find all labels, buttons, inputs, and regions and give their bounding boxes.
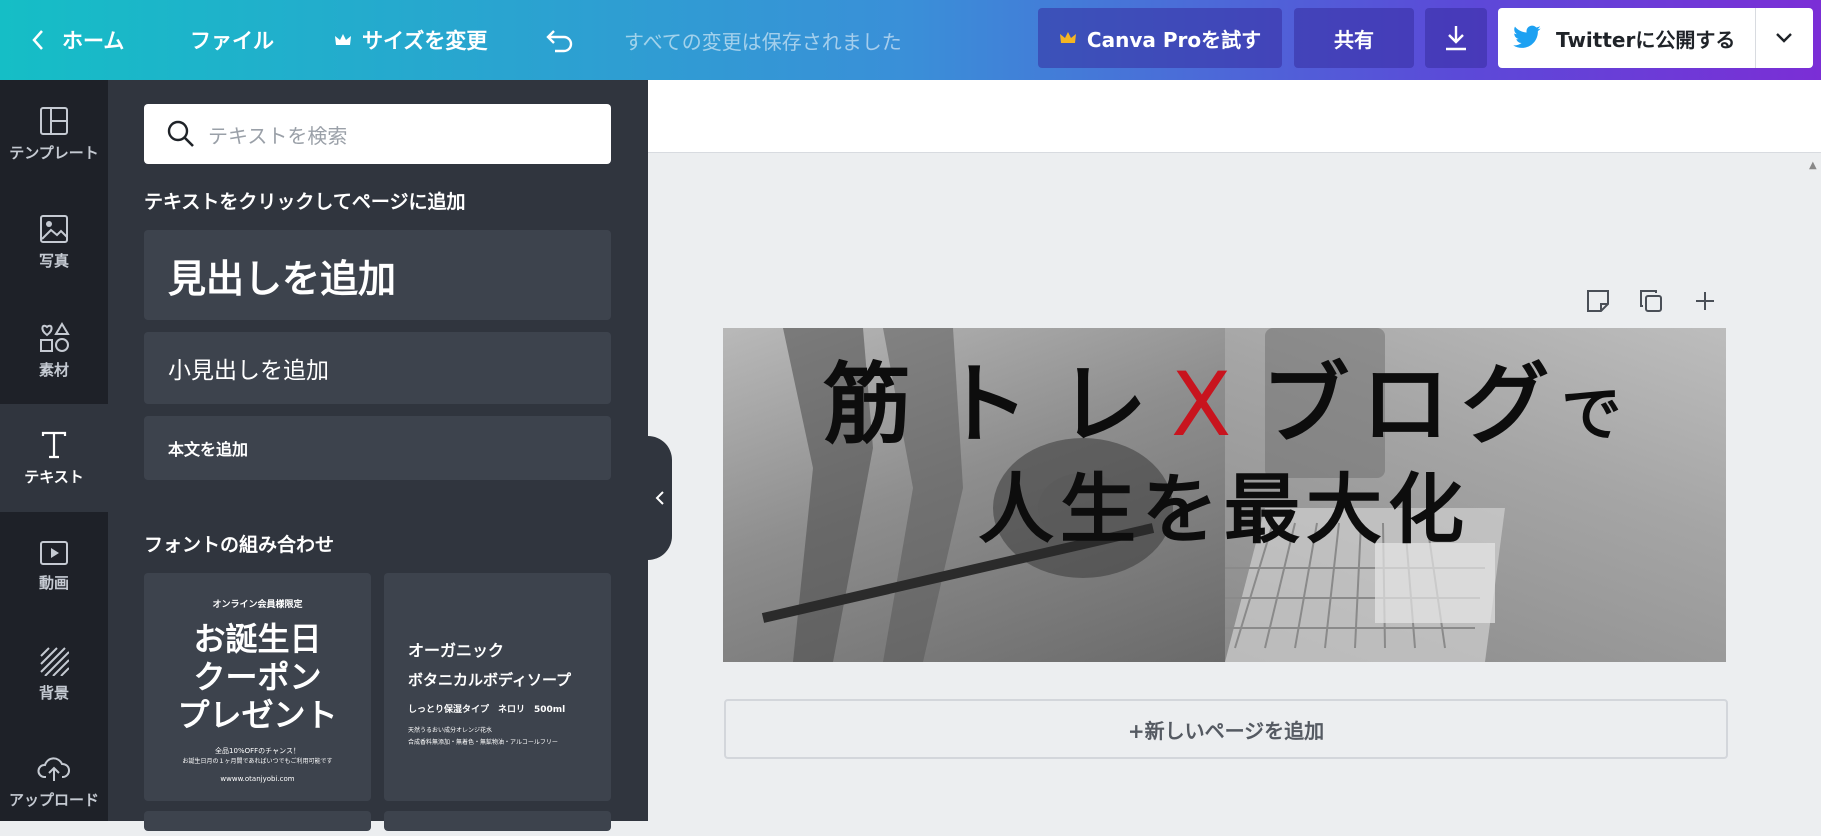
sidebar-item-label: アップロード bbox=[8, 790, 99, 809]
crown-icon bbox=[1059, 32, 1076, 43]
design-page[interactable]: 筋トレX ブログで 人生を最大化 bbox=[723, 328, 1726, 662]
pro-label: Canva Proを試す bbox=[1086, 27, 1262, 52]
combo-small-text: オンライン会員様限定 bbox=[212, 600, 303, 610]
sidebar-item-label: 素材 bbox=[38, 360, 69, 379]
duplicate-page-icon[interactable] bbox=[1636, 286, 1666, 316]
home-label: ホーム bbox=[62, 29, 125, 53]
sidebar-item-background[interactable]: 背景 bbox=[0, 620, 108, 728]
chevron-left-icon bbox=[32, 30, 43, 50]
sidebar-item-text[interactable]: テキスト bbox=[0, 404, 108, 512]
twitter-publish-button[interactable]: Twitterに公開する bbox=[1498, 8, 1813, 68]
combo-small-text: 全品10%OFFのチャンス！ bbox=[215, 747, 300, 755]
sidebar-item-label: 背景 bbox=[38, 683, 69, 702]
elements-icon bbox=[40, 321, 70, 352]
title-part: 筋トレ bbox=[823, 352, 1178, 456]
search-icon bbox=[167, 120, 194, 147]
chevron-left-icon bbox=[655, 491, 664, 505]
add-subheading-button[interactable]: 小見出しを追加 bbox=[144, 332, 611, 404]
note-icon[interactable] bbox=[1583, 286, 1613, 316]
canvas-header bbox=[648, 80, 1821, 153]
font-combo-title: フォントの組み合わせ bbox=[144, 534, 335, 556]
sidebar-item-label: テキスト bbox=[24, 467, 84, 486]
add-new-page-button[interactable]: +新しいページを追加 bbox=[724, 699, 1728, 759]
resize-button[interactable]: サイズを変更 bbox=[334, 0, 487, 80]
heading-label: 見出しを追加 bbox=[168, 256, 397, 301]
title-part: で bbox=[1561, 380, 1622, 450]
download-icon bbox=[1446, 26, 1466, 51]
combo-big-text: お誕生日 bbox=[193, 620, 322, 658]
sidebar-item-label: 動画 bbox=[38, 573, 69, 592]
background-icon bbox=[40, 646, 69, 676]
side-nav: テンプレート 写真 素材 テキスト 動画 背景 アップロード bbox=[0, 80, 108, 821]
design-title-line2: 人生を最大化 bbox=[978, 465, 1470, 554]
divider bbox=[1755, 8, 1756, 68]
canva-pro-button[interactable]: Canva Proを試す bbox=[1038, 8, 1282, 68]
template-icon bbox=[40, 106, 68, 135]
sidebar-item-elements[interactable]: 素材 bbox=[0, 296, 108, 404]
sidebar-item-photos[interactable]: 写真 bbox=[0, 188, 108, 296]
resize-label: サイズを変更 bbox=[362, 29, 488, 53]
chevron-down-icon[interactable] bbox=[1775, 32, 1793, 44]
publish-label: Twitterに公開する bbox=[1556, 27, 1736, 52]
combo-small-text: 合成香料無添加・無着色・無鉱物油・アルコールフリー bbox=[408, 739, 558, 746]
combo-title-text: オーガニック bbox=[408, 641, 505, 660]
combo-small-text: お誕生日月の１ヶ月間であればいつでもご利用可能です bbox=[182, 758, 333, 765]
undo-icon bbox=[546, 30, 573, 53]
sidebar-item-label: テンプレート bbox=[9, 143, 99, 162]
sidebar-item-templates[interactable]: テンプレート bbox=[0, 80, 108, 188]
sidebar-item-label: 写真 bbox=[38, 251, 69, 270]
text-panel: テキストを検索 テキストをクリックしてページに追加 見出しを追加 小見出しを追加… bbox=[108, 80, 648, 831]
undo-button[interactable] bbox=[545, 0, 575, 80]
font-combo-card[interactable] bbox=[384, 811, 611, 831]
combo-sub-text: しっとり保湿タイプ ネロリ 500ml bbox=[408, 705, 566, 715]
add-heading-button[interactable]: 見出しを追加 bbox=[144, 230, 611, 320]
combo-title-text: ボタニカルボディソープ bbox=[408, 671, 572, 689]
top-toolbar: ホーム ファイル サイズを変更 すべての変更は保存されました Canva Pro… bbox=[0, 0, 1821, 80]
combo-big-text: プレゼント bbox=[177, 696, 338, 734]
combo-small-text: wwww.otanjyobi.com bbox=[220, 775, 295, 783]
title-x-mark: X bbox=[1171, 353, 1232, 456]
file-menu-button[interactable]: ファイル bbox=[190, 0, 274, 80]
home-button[interactable]: ホーム bbox=[30, 0, 124, 80]
subheading-label: 小見出しを追加 bbox=[168, 358, 329, 384]
download-button[interactable] bbox=[1425, 8, 1487, 68]
scroll-up-icon[interactable]: ▲ bbox=[1809, 160, 1817, 171]
photo-icon bbox=[40, 214, 68, 243]
add-page-icon[interactable] bbox=[1690, 286, 1720, 316]
crown-icon bbox=[335, 34, 351, 45]
search-placeholder: テキストを検索 bbox=[208, 123, 348, 148]
title-part: ブログ bbox=[1261, 352, 1562, 456]
share-button[interactable]: 共有 bbox=[1294, 8, 1414, 68]
search-input[interactable]: テキストを検索 bbox=[144, 104, 611, 164]
twitter-icon bbox=[1513, 25, 1541, 48]
collapse-panel-button[interactable] bbox=[648, 436, 672, 560]
font-combo-card[interactable]: オーガニック ボタニカルボディソープ しっとり保湿タイプ ネロリ 500ml 天… bbox=[384, 573, 611, 801]
font-combo-card[interactable] bbox=[144, 811, 371, 831]
sidebar-item-upload[interactable]: アップロード bbox=[0, 728, 108, 836]
upload-icon bbox=[37, 756, 70, 781]
font-combo-card[interactable]: オンライン会員様限定 お誕生日 クーポン プレゼント 全品10%OFFのチャンス… bbox=[144, 573, 371, 801]
video-icon bbox=[40, 540, 68, 565]
save-status: すべての変更は保存されました bbox=[624, 29, 902, 54]
design-title-line1: 筋トレX ブログで bbox=[823, 334, 1621, 461]
sidebar-item-video[interactable]: 動画 bbox=[0, 512, 108, 620]
text-icon bbox=[41, 431, 67, 458]
combo-big-text: クーポン bbox=[193, 658, 322, 696]
combo-small-text: 天然うるおい成分オレンジ花水 bbox=[408, 727, 493, 734]
click-to-add-title: テキストをクリックしてページに追加 bbox=[144, 191, 466, 213]
file-label: ファイル bbox=[190, 29, 274, 53]
body-label: 本文を追加 bbox=[168, 440, 249, 459]
share-label: 共有 bbox=[1334, 27, 1374, 52]
add-body-text-button[interactable]: 本文を追加 bbox=[144, 416, 611, 480]
